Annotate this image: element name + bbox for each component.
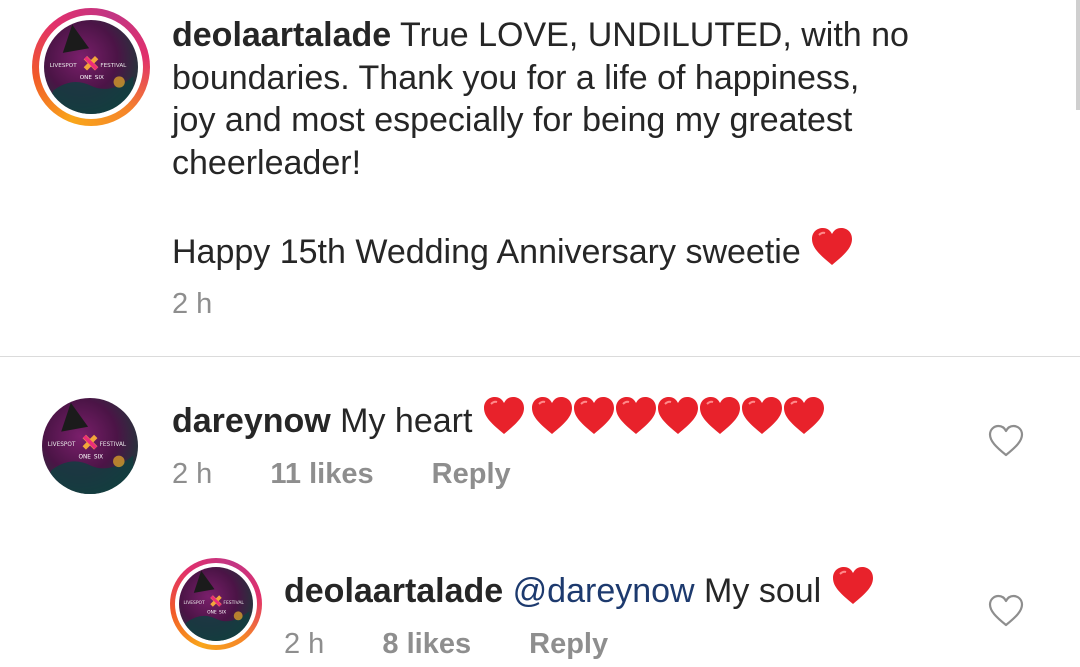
reply-likes[interactable]: 8 likes: [382, 628, 471, 660]
comment-likes[interactable]: 11 likes: [270, 458, 373, 490]
reply-body: My soul: [694, 572, 822, 610]
comment-reply-button[interactable]: Reply: [432, 458, 511, 490]
comment-body: My heart: [330, 402, 473, 440]
caption-line-3: joy and most especially for being my gre…: [172, 101, 853, 139]
comment-meta: 2 h 11 likes Reply: [172, 458, 511, 491]
heart-emoji: [615, 397, 656, 434]
logo-right-word: FESTIVAL: [100, 63, 127, 69]
festival-logo-icon: LIVESPOT FESTIVAL ONE SIX: [44, 24, 134, 114]
logo-badge-right: SIX: [94, 454, 103, 460]
heart-emoji: [573, 397, 614, 434]
caption-line-1: True LOVE, UNDILUTED, with no: [391, 16, 909, 54]
reply-reply-button[interactable]: Reply: [529, 628, 608, 660]
logo-badge-right: SIX: [219, 610, 226, 616]
avatar[interactable]: LIVESPOT FESTIVAL ONE SIX: [32, 8, 150, 126]
heart-emoji: [483, 397, 524, 434]
heart-emoji: [531, 397, 572, 434]
heart-emoji: [699, 397, 740, 434]
reply-meta: 2 h 8 likes Reply: [284, 628, 608, 661]
avatar[interactable]: LIVESPOT FESTIVAL ONE SIX: [42, 398, 138, 494]
logo-left-word: LIVESPOT: [50, 63, 78, 69]
logo-badge-right: SIX: [95, 75, 104, 81]
heart-emoji: [657, 397, 698, 434]
caption-line-5: Happy 15th Wedding Anniversary sweetie: [172, 233, 801, 271]
logo-left-word: LIVESPOT: [183, 600, 205, 606]
logo-left-word: LIVESPOT: [48, 442, 76, 448]
heart-emoji-row: [482, 397, 826, 440]
reply-text: deolaartalade @dareynow My soul: [284, 566, 875, 613]
scrollbar[interactable]: [1076, 0, 1080, 110]
logo-badge-left: ONE: [80, 75, 93, 81]
heart-emoji: [812, 228, 853, 265]
heart-emoji: [783, 397, 824, 434]
caption-line-4: cheerleader!: [172, 143, 362, 182]
reply-username[interactable]: deolaartalade: [284, 572, 503, 610]
divider: [0, 356, 1080, 357]
caption-username[interactable]: deolaartalade: [172, 16, 391, 54]
comment-time: 2 h: [172, 458, 213, 490]
caption-text: deolaartalade True LOVE, UNDILUTED, with…: [172, 14, 972, 274]
heart-outline-icon[interactable]: [988, 424, 1024, 458]
caption-meta: 2 h: [172, 288, 212, 321]
reply-mention[interactable]: @dareynow: [513, 572, 695, 610]
heart-emoji: [741, 397, 782, 434]
logo-right-word: FESTIVAL: [223, 600, 244, 606]
caption-line-2: boundaries. Thank you for a life of happ…: [172, 58, 860, 97]
logo-badge-left: ONE: [207, 610, 217, 616]
heart-outline-icon[interactable]: [988, 594, 1024, 628]
comment-text: dareynow My heart: [172, 396, 972, 443]
logo-right-word: FESTIVAL: [100, 442, 127, 448]
logo-badge-left: ONE: [78, 454, 91, 460]
avatar[interactable]: LIVESPOT FESTIVAL ONE SIX: [170, 558, 262, 650]
caption-time: 2 h: [172, 288, 213, 320]
reply-time: 2 h: [284, 628, 325, 660]
festival-logo-icon: LIVESPOT FESTIVAL ONE SIX: [179, 570, 250, 641]
heart-emoji: [832, 567, 873, 604]
comment-username[interactable]: dareynow: [172, 402, 331, 440]
festival-logo-icon: LIVESPOT FESTIVAL ONE SIX: [42, 402, 134, 494]
comments-screen: LIVESPOT FESTIVAL ONE SIX deolaartalade …: [0, 0, 1080, 667]
